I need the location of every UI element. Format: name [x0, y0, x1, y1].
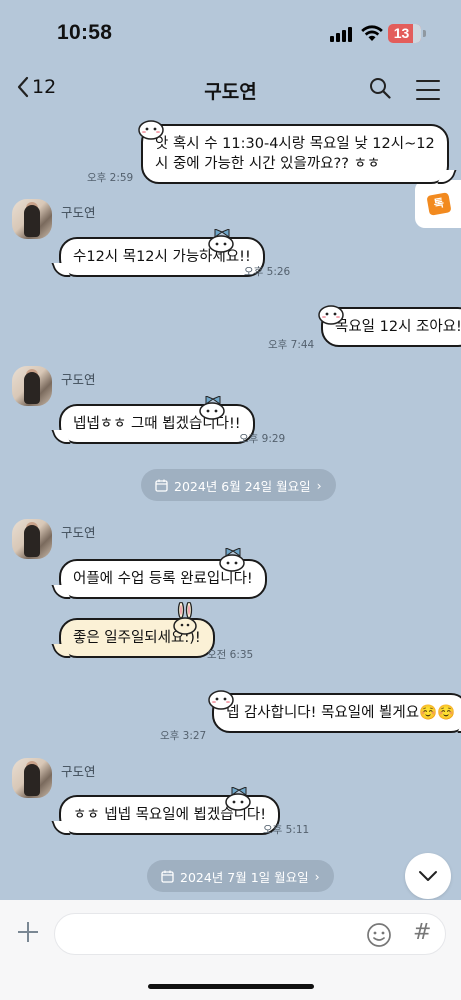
battery-indicator: 13	[388, 24, 421, 43]
message-time: 오전 6:35	[207, 649, 254, 661]
bubble-sticker-icon	[208, 690, 234, 710]
sender-name: 구도연	[61, 205, 96, 220]
bubble-sticker-icon	[138, 120, 164, 140]
side-shortcut-label: 톡	[426, 192, 452, 216]
message-time: 오후 3:27	[160, 730, 207, 742]
signal-icon	[330, 27, 354, 42]
bubble-sticker-icon	[173, 602, 197, 635]
search-icon[interactable]	[369, 77, 391, 99]
chevron-right-icon: ›	[314, 868, 320, 884]
calendar-icon	[161, 870, 174, 883]
avatar[interactable]	[12, 366, 52, 406]
chevron-right-icon: ›	[316, 477, 322, 493]
sender-name: 구도연	[61, 525, 96, 540]
plus-icon[interactable]	[17, 921, 39, 943]
menu-icon[interactable]	[416, 80, 440, 107]
message-time: 오후 2:59	[87, 172, 134, 184]
bubble-sticker-icon	[219, 548, 245, 572]
chat-title: 구도연	[204, 81, 257, 103]
scroll-down-button[interactable]	[405, 853, 451, 899]
date-divider-label: 2024년 6월 24일 월요일	[174, 478, 311, 494]
message-time: 오후 5:26	[244, 266, 291, 278]
bubble-sticker-icon	[225, 787, 251, 811]
avatar[interactable]	[12, 519, 52, 559]
message-text: 앗 혹시 수 11:30-4시랑 목요일 낮 12시~12시 중에 가능한 시간…	[155, 136, 435, 172]
date-divider-label: 2024년 7월 1일 월요일	[180, 869, 309, 885]
status-time: 10:58	[57, 21, 113, 44]
date-divider[interactable]: 2024년 7월 1일 월요일 ›	[147, 860, 334, 892]
bubble-sticker-icon	[318, 305, 344, 325]
hash-icon[interactable]: #	[413, 920, 431, 945]
message-time: 오후 5:11	[263, 824, 310, 836]
date-divider[interactable]: 2024년 6월 24일 월요일 ›	[141, 469, 336, 501]
message-text: 목요일 12시 조아요!	[335, 319, 461, 335]
bubble-sticker-icon	[199, 396, 225, 420]
avatar[interactable]	[12, 758, 52, 798]
message-bubble[interactable]: 앗 혹시 수 11:30-4시랑 목요일 낮 12시~12시 중에 가능한 시간…	[141, 124, 457, 184]
sender-name: 구도연	[61, 372, 96, 387]
message-time: 오후 7:44	[268, 339, 315, 351]
battery-level: 13	[393, 25, 410, 41]
calendar-icon	[155, 479, 168, 492]
side-shortcut-button[interactable]: 톡	[415, 180, 461, 228]
avatar[interactable]	[12, 199, 52, 239]
message-time: 오후 9:29	[239, 433, 286, 445]
message-bubble[interactable]: 넵 감사합니다! 목요일에 뵐게요☺️☺️	[212, 693, 461, 733]
bubble-sticker-icon	[208, 229, 234, 253]
chevron-down-icon	[419, 871, 437, 881]
wifi-icon	[361, 25, 383, 41]
message-text: 넵 감사합니다! 목요일에 뵐게요☺️☺️	[226, 705, 456, 721]
sender-name: 구도연	[61, 764, 96, 779]
emoji-icon[interactable]	[366, 922, 392, 948]
message-text: 어플에 수업 등록 완료입니다!	[73, 571, 253, 587]
home-indicator	[148, 984, 314, 989]
